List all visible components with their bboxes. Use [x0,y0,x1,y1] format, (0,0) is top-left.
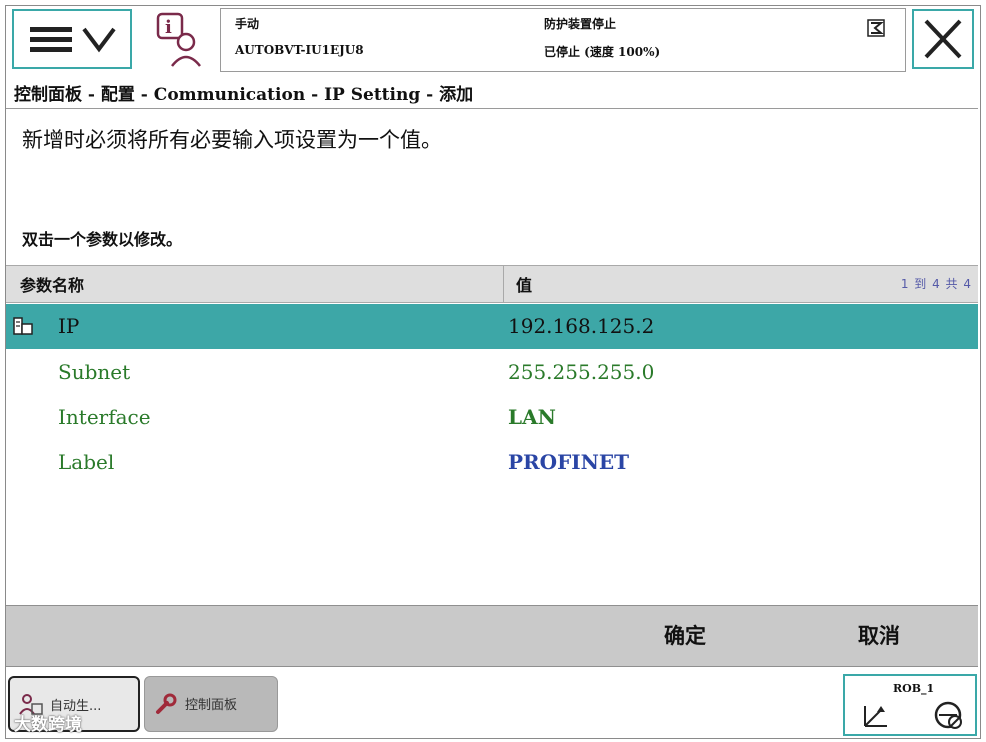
system-name: AUTOBVT-IU1EJU8 [235,43,364,57]
column-divider [503,266,504,303]
param-value: 192.168.125.2 [508,314,655,338]
close-button[interactable] [912,9,974,69]
coordinate-system-icon [864,706,887,727]
instruction-text: 新增时必须将所有必要输入项设置为一个值。 [22,128,442,152]
speed-icon [934,701,962,729]
param-name: Subnet [58,360,131,384]
row-counter: 1 到 4 共 4 [900,277,972,291]
status-line-2: 已停止 (速度 100%) [544,45,661,59]
status-bar: 手动 AUTOBVT-IU1EJU8 防护装置停止 已停止 (速度 100%) [220,8,906,72]
robot-unit-label: ROB_1 [893,682,935,695]
taskbar-item-label: 控制面板 [185,698,238,713]
param-name: Interface [58,405,151,429]
wrench-icon [156,693,177,714]
taskbar-item-control-panel[interactable]: 控制面板 [144,676,278,732]
quickset-button[interactable]: ROB_1 [843,674,977,736]
safety-status-icon [867,19,885,37]
column-header-value[interactable]: 值 [516,272,532,296]
param-value: LAN [508,405,556,429]
table-header: 参数名称 值 1 到 4 共 4 [6,265,978,303]
param-value: 255.255.255.0 [508,360,655,384]
event-log-icon[interactable]: i [148,10,210,70]
action-bar: 确定 取消 [6,605,978,667]
table-row-interface[interactable]: Interface LAN [6,395,978,440]
status-line-1: 防护装置停止 [544,17,617,31]
param-value: PROFINET [508,450,630,474]
close-icon [924,19,962,59]
cancel-button[interactable]: 取消 [858,620,900,650]
param-name: IP [58,314,80,338]
hint-text: 双击一个参数以修改。 [22,230,183,249]
svg-text:i: i [165,17,172,38]
hamburger-icon [30,27,116,53]
column-header-name[interactable]: 参数名称 [20,272,84,296]
ok-button[interactable]: 确定 [664,620,706,650]
mode-label: 手动 [235,17,260,31]
breadcrumb: 控制面板 - 配置 - Communication - IP Setting -… [14,85,474,105]
divider [6,108,978,109]
table-row-label[interactable]: Label PROFINET [6,440,978,485]
param-name: Label [58,450,115,474]
table-row-ip[interactable]: IP 192.168.125.2 [6,304,978,349]
main-menu-button[interactable] [12,9,132,69]
table-row-subnet[interactable]: Subnet 255.255.255.0 [6,350,978,395]
required-field-icon [13,317,33,335]
watermark-text: 大数跨境 [14,715,82,735]
